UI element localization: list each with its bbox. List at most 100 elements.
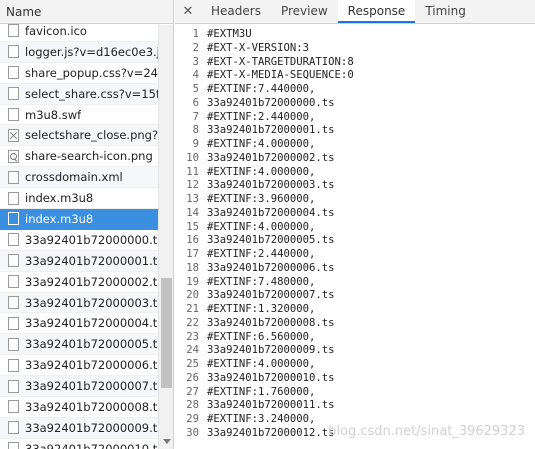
request-row[interactable]: 33a92401b72000004.ts bbox=[0, 313, 158, 335]
tab-response[interactable]: Response bbox=[337, 0, 416, 23]
request-row[interactable]: logger.js?v=d16ec0e3.js bbox=[0, 41, 158, 63]
request-name: 33a92401b72000006.ts bbox=[25, 358, 158, 373]
code-line: 28 33a92401b72000011.ts bbox=[175, 399, 535, 413]
file-icon bbox=[8, 296, 19, 310]
request-row[interactable]: 33a92401b72000007.ts bbox=[0, 376, 158, 398]
request-name: 33a92401b72000004.ts bbox=[25, 316, 158, 331]
code-line: 9 #EXTINF:4.000000, bbox=[175, 138, 535, 152]
code-line: 3 #EXT-X-TARGETDURATION:8 bbox=[175, 56, 535, 70]
file-icon bbox=[8, 275, 19, 289]
line-number: 16 bbox=[186, 234, 199, 247]
request-name: index.m3u8 bbox=[25, 211, 94, 226]
code-line: 10 33a92401b72000002.ts bbox=[175, 152, 535, 166]
line-text: #EXT-X-TARGETDURATION:8 bbox=[207, 55, 354, 68]
code-line: 1 #EXTM3U bbox=[175, 28, 535, 42]
request-row[interactable]: crossdomain.xml bbox=[0, 167, 158, 189]
request-name: 33a92401b72000003.ts bbox=[25, 295, 158, 310]
line-number: 8 bbox=[192, 124, 199, 137]
code-line: 8 33a92401b72000001.ts bbox=[175, 124, 535, 138]
request-row[interactable]: 33a92401b72000010.ts bbox=[0, 439, 158, 449]
code-line: 17 #EXTINF:2.440000, bbox=[175, 248, 535, 262]
line-text: #EXTINF:3.960000, bbox=[207, 193, 316, 205]
file-icon bbox=[8, 379, 19, 393]
scrollbar-thumb[interactable] bbox=[161, 278, 172, 388]
line-text: 33a92401b72000003.ts bbox=[207, 179, 335, 192]
line-number: 23 bbox=[186, 330, 199, 343]
line-number: 17 bbox=[186, 248, 199, 260]
code-line: 19 #EXTINF:7.480000, bbox=[175, 276, 535, 290]
request-row[interactable]: 33a92401b72000009.ts bbox=[0, 417, 158, 439]
line-text: 33a92401b72000008.ts bbox=[207, 316, 335, 329]
line-text: #EXTINF:4.000000, bbox=[207, 138, 316, 150]
scroll-down-arrow-icon[interactable] bbox=[161, 436, 172, 447]
code-line: 12 33a92401b72000003.ts bbox=[175, 179, 535, 193]
request-row[interactable]: share-search-icon.png bbox=[0, 146, 158, 168]
file-icon bbox=[8, 66, 19, 80]
code-line: 24 33a92401b72000009.ts bbox=[175, 344, 535, 358]
file-icon bbox=[8, 45, 19, 59]
file-icon bbox=[8, 316, 19, 330]
line-text: 33a92401b72000006.ts bbox=[207, 261, 335, 274]
line-number: 29 bbox=[186, 413, 199, 425]
response-body[interactable]: 1 #EXTM3U 2 #EXT-X-VERSION:3 3 #EXT-X-TARGETD… bbox=[175, 28, 535, 441]
broken-image-icon bbox=[8, 128, 19, 142]
tab-timing[interactable]: Timing bbox=[415, 0, 476, 23]
line-text: #EXTINF:4.000000, bbox=[207, 358, 316, 370]
line-text: #EXTINF:4.000000, bbox=[207, 165, 316, 178]
code-line: 26 33a92401b72000010.ts bbox=[175, 372, 535, 386]
line-number: 27 bbox=[186, 385, 199, 398]
search-icon bbox=[8, 149, 19, 163]
line-number: 14 bbox=[186, 206, 199, 219]
network-request-list-panel: Name favicon.ico logger.js?v=d16ec0e3.js s… bbox=[0, 0, 174, 449]
details-tabbar: ✕ Headers Preview Response Timing bbox=[175, 0, 535, 24]
line-text: #EXT-X-MEDIA-SEQUENCE:0 bbox=[207, 69, 354, 82]
file-icon bbox=[8, 400, 19, 414]
request-row[interactable]: 33a92401b72000002.ts bbox=[0, 272, 158, 293]
request-row[interactable]: 33a92401b72000005.ts bbox=[0, 334, 158, 356]
line-text: 33a92401b72000002.ts bbox=[207, 151, 335, 164]
file-icon bbox=[8, 212, 19, 226]
request-row[interactable]: select_share.css?v=15f56. bbox=[0, 83, 158, 105]
line-number: 25 bbox=[186, 358, 199, 370]
line-text: 33a92401b72000007.ts bbox=[207, 289, 335, 302]
request-name: selectshare_close.png?v= bbox=[25, 128, 158, 143]
code-line: 14 33a92401b72000004.ts bbox=[175, 207, 535, 221]
request-row[interactable]: index.m3u8 bbox=[0, 188, 158, 210]
tab-preview[interactable]: Preview bbox=[271, 0, 338, 23]
close-details-icon[interactable]: ✕ bbox=[175, 0, 201, 23]
line-number: 9 bbox=[192, 138, 199, 150]
line-text: 33a92401b72000011.ts bbox=[207, 399, 335, 412]
line-text: 33a92401b72000009.ts bbox=[207, 344, 335, 357]
request-name: crossdomain.xml bbox=[25, 170, 123, 185]
line-text: #EXTINF:3.240000, bbox=[207, 413, 316, 425]
line-number: 5 bbox=[192, 83, 199, 95]
request-name: 33a92401b72000007.ts bbox=[25, 379, 158, 394]
request-row[interactable]: index.m3u8 bbox=[0, 209, 158, 230]
request-row[interactable]: share_popup.css?v=240f3 bbox=[0, 63, 158, 84]
line-text: #EXTINF:6.560000, bbox=[207, 330, 316, 343]
line-text: #EXTINF:2.440000, bbox=[207, 110, 316, 123]
code-line: 13 #EXTINF:3.960000, bbox=[175, 193, 535, 207]
line-text: #EXTINF:2.440000, bbox=[207, 248, 316, 260]
request-row[interactable]: 33a92401b72000003.ts bbox=[0, 292, 158, 314]
request-row[interactable]: 33a92401b72000006.ts bbox=[0, 355, 158, 377]
line-number: 22 bbox=[186, 316, 199, 329]
line-text: 33a92401b72000001.ts bbox=[207, 124, 335, 137]
request-row[interactable]: 33a92401b72000008.ts bbox=[0, 397, 158, 418]
line-number: 11 bbox=[186, 165, 199, 178]
line-text: 33a92401b72000005.ts bbox=[207, 234, 335, 247]
line-number: 4 bbox=[192, 69, 199, 82]
request-row[interactable]: 33a92401b72000001.ts bbox=[0, 250, 158, 272]
request-row[interactable]: favicon.ico bbox=[0, 21, 158, 42]
tab-headers[interactable]: Headers bbox=[201, 0, 271, 23]
request-list-scrollbar[interactable] bbox=[158, 25, 173, 449]
line-number: 24 bbox=[186, 344, 199, 357]
code-line: 27 #EXTINF:1.760000, bbox=[175, 386, 535, 400]
request-name: 33a92401b72000008.ts bbox=[25, 399, 158, 414]
code-line: 22 33a92401b72000008.ts bbox=[175, 317, 535, 331]
request-row[interactable]: selectshare_close.png?v= bbox=[0, 125, 158, 147]
code-line: 6 33a92401b72000000.ts bbox=[175, 97, 535, 111]
request-row[interactable]: 33a92401b72000000.ts bbox=[0, 230, 158, 251]
code-line: 23 #EXTINF:6.560000, bbox=[175, 331, 535, 345]
request-row[interactable]: m3u8.swf bbox=[0, 105, 158, 126]
